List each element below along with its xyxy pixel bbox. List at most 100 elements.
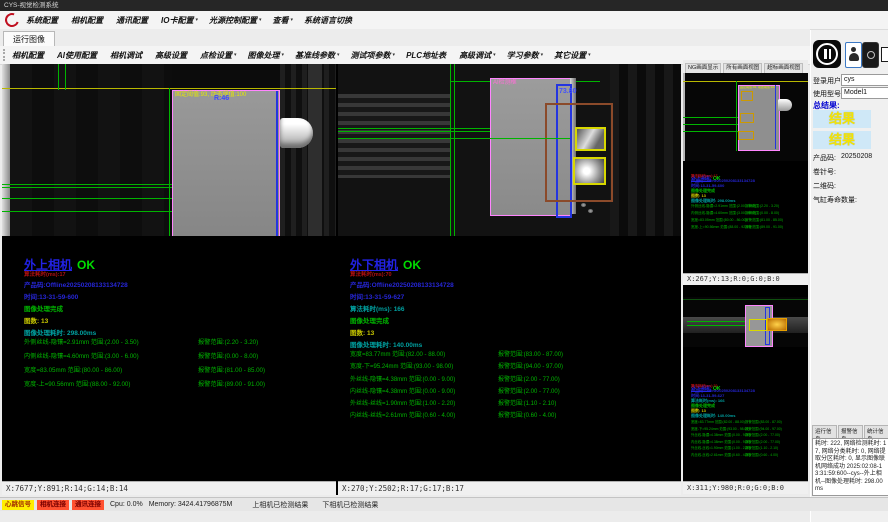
memory-usage: Memory: 3424.41796875M	[149, 501, 233, 508]
toolbar-button[interactable]: PLC地址表	[406, 50, 448, 61]
process-done: 图像处理完成	[350, 319, 389, 326]
alarm-range: 报警范围:(83.00 - 87.00)	[498, 352, 563, 358]
cpu-usage: Cpu: 0.0%	[110, 501, 143, 508]
thumbnail-tab[interactable]: NG画面显示	[685, 63, 721, 73]
weld-detect-rect	[749, 319, 767, 331]
alarm-range: 报警范围:(0.00 - 8.00)	[198, 354, 258, 360]
chevron-down-icon: ▾	[234, 52, 237, 58]
defect-mark-rect	[738, 131, 754, 140]
menu-item[interactable]: 系统语言切换	[304, 15, 354, 26]
menu-item[interactable]: IO卡配置▾	[161, 15, 198, 26]
pause-button[interactable]	[813, 40, 841, 68]
measurement-value: 内丝线-隐镶=4.38mm 范围:(0.00 - 9.00)	[350, 389, 455, 395]
blue-measure-label: R:46	[214, 95, 229, 102]
green-guide-line	[58, 64, 59, 90]
camera-image-lower[interactable]: AI检测框 73.80	[338, 64, 681, 236]
alarm-range: 报警范围:(94.00 - 97.00)	[745, 428, 782, 431]
toolbar-button[interactable]: 相机配置	[12, 50, 46, 61]
chevron-down-icon: ▾	[541, 52, 544, 58]
threshold-label: 固定阈值:93, 动态阈值:100	[740, 86, 776, 89]
toolbar-button[interactable]: 高级调试▾	[459, 50, 496, 61]
screw-dot	[588, 209, 593, 213]
menu-item[interactable]: 系统配置	[26, 15, 60, 26]
measurement-value: 宽度-下=95.24mm 范围:(93.00 - 98.00)	[691, 428, 749, 431]
measurement-value: 宽度-上=90.56mm 范围:(88.00 - 92.00)	[24, 382, 130, 388]
thumbnail-view-lower[interactable]: 外下相机OK 算法耗时(ms):70 产品码:Offline2025020813…	[683, 285, 808, 481]
user-icon	[851, 47, 856, 52]
toolbar-button[interactable]: 基准线参数▾	[295, 50, 340, 61]
user-button[interactable]	[845, 42, 862, 68]
toolbar-button[interactable]: 点检设置▾	[200, 50, 237, 61]
measurement-value: 内丝线-丝线=2.61mm 范围:(0.60 - 4.00)	[350, 413, 455, 419]
cursor-status-thumb-upper: X:267;Y:13;R:0;G:0;B:0	[683, 273, 808, 285]
product-code-label: 产品码:	[813, 153, 836, 163]
window-title: CYS-视觉检测系统	[0, 0, 888, 11]
alarm-range: 报警范围:(1.10 - 2.10)	[498, 401, 556, 407]
alarm-range: 报警范围:(81.00 - 85.00)	[198, 368, 265, 374]
green-measure-line	[683, 117, 738, 118]
green-measure-line	[683, 131, 738, 132]
exit-button[interactable]: →	[879, 42, 888, 66]
tab-run-image[interactable]: 运行图像	[3, 31, 55, 47]
thumbnail-image-upper: 固定阈值:93, 动态阈值:100	[683, 73, 808, 161]
process-elapsed: 图像处理耗时: 140.00ms	[350, 343, 422, 350]
toolbar-button[interactable]: 相机调试	[110, 50, 144, 61]
measurement-row: 外侧丝线-隐镶=2.91mm 范围:(2.00 - 3.50) 报警范围:(2.…	[2, 340, 336, 354]
blue-edge-line	[775, 85, 776, 149]
model-label: 使用型号:	[813, 89, 843, 99]
measurement-value: 宽度=83.05mm 范围:(80.00 - 86.00)	[24, 368, 122, 374]
menu-item[interactable]: 通讯配置	[116, 15, 150, 26]
green-measure-line	[2, 187, 172, 188]
algo-elapsed: 算法耗时(ms): 166	[350, 307, 405, 314]
app-status-bar: 心跳信号相机连接通讯连接 Cpu: 0.0% Memory: 3424.4179…	[0, 497, 888, 511]
toolbar-grip[interactable]	[3, 49, 6, 61]
measurement-value: 外丝线-隐镶=4.38mm 范围:(0.00 - 9.00)	[350, 377, 455, 383]
thumbnail-image-lower	[683, 297, 808, 347]
camera-image-upper[interactable]: 固定阈值:93, 动态阈值:100 R:46	[2, 64, 336, 236]
measurement-value: 宽度-下=95.24mm 范围:(93.00 - 98.00)	[350, 364, 453, 370]
cylinder-life-label: 气缸寿命数量:	[813, 195, 857, 205]
defect-mark-rect	[740, 113, 754, 123]
login-user-value[interactable]: cys	[841, 74, 888, 86]
camera-view-upper[interactable]: 固定阈值:93, 动态阈值:100 R:46 外上相机OK 算法耗时(ms):1…	[2, 64, 336, 495]
measurement-row: 内丝线-隐镶=4.38mm 范围:(0.00 - 9.00) 报警范围:(2.0…	[338, 389, 681, 401]
alarm-range: 报警范围:(89.00 - 91.00)	[198, 382, 265, 388]
main-view-area: 固定阈值:93, 动态阈值:100 R:46 外上相机OK 算法耗时(ms):1…	[2, 64, 681, 495]
thumbnail-tab[interactable]: 所有画面视图	[723, 63, 762, 73]
toolbar-button[interactable]: 测试项参数▾	[351, 50, 396, 61]
thumbnail-tab[interactable]: 超标画面视图	[764, 63, 803, 73]
frame-count: 图数: 13	[24, 319, 48, 326]
toolbar-button[interactable]: 图像处理▾	[248, 50, 285, 61]
measurement-row: 宽度=83.05mm 范围:(80.00 - 86.00) 报警范围:(81.0…	[2, 368, 336, 382]
chevron-down-icon: ▾	[259, 17, 262, 23]
alarm-range: 报警范围:(89.00 - 91.00)	[745, 226, 783, 230]
process-elapsed: 图像处理耗时: 298.00ms	[691, 199, 735, 203]
toolbar-button[interactable]: AI使用配置	[57, 50, 99, 61]
measurement-value: 宽度=83.77mm 范围:(82.00 - 88.00)	[691, 421, 745, 424]
measurement-row: 宽度-下=95.24mm 范围:(93.00 - 98.00) 报警范围:(94…	[338, 364, 681, 376]
upper-camera-result: 上相机已检测结果	[252, 500, 308, 510]
toolbar-button[interactable]: 高级设置	[155, 50, 189, 61]
measurement-row: 内丝线-丝线=2.61mm 范围:(0.60 - 4.00) 报警范围:(0.6…	[338, 413, 681, 425]
measurement-value: 外侧丝线-隐镶=2.91mm 范围:(2.00 - 3.50)	[24, 340, 139, 346]
menu-item[interactable]: 查看▾	[272, 15, 293, 26]
toolbar-button[interactable]: 学习参数▾	[507, 50, 544, 61]
menu-item[interactable]: 光源控制配置▾	[209, 15, 262, 26]
toolbar-button[interactable]: 其它设置▾	[554, 50, 591, 61]
alarm-range: 报警范围:(0.60 - 4.00)	[498, 413, 556, 419]
log-text-area[interactable]: 耗时: 222, 网络检测耗时: 17, 网络分类耗时: 0, 网络提取分区耗时…	[812, 438, 888, 496]
menu-item[interactable]: 相机配置	[71, 15, 105, 26]
thumbnail-view-upper[interactable]: 固定阈值:93, 动态阈值:100 外上相机OK 算法耗时(ms):17 产品码…	[683, 73, 808, 273]
device-button[interactable]	[862, 42, 879, 68]
frame-count: 图数: 13	[350, 331, 374, 338]
camera-view-lower[interactable]: AI检测框 73.80 外下相机OK 算法耗时(ms):70 产品码:Offli…	[338, 64, 681, 495]
measurement-list: 外侧丝线-隐镶=2.91mm 范围:(2.00 - 3.50) 报警范围:(2.…	[683, 205, 808, 233]
capture-time: 时间:13-31-59-600	[24, 295, 78, 302]
pouch-roi-rect: 固定阈值:93, 动态阈值:100	[172, 90, 280, 236]
measurement-row: 外丝线-丝线=1.90mm 范围:(1.00 - 2.20) 报警范围:(1.1…	[338, 401, 681, 413]
model-select[interactable]: Model1	[841, 87, 888, 99]
control-panel: → 登录用户: cys 使用型号: Model1 总结果: 结果 结果 产品码:…	[810, 30, 888, 522]
green-measure-line	[338, 138, 570, 139]
brown-roi-rect	[545, 103, 613, 202]
camera-icon	[867, 51, 875, 59]
